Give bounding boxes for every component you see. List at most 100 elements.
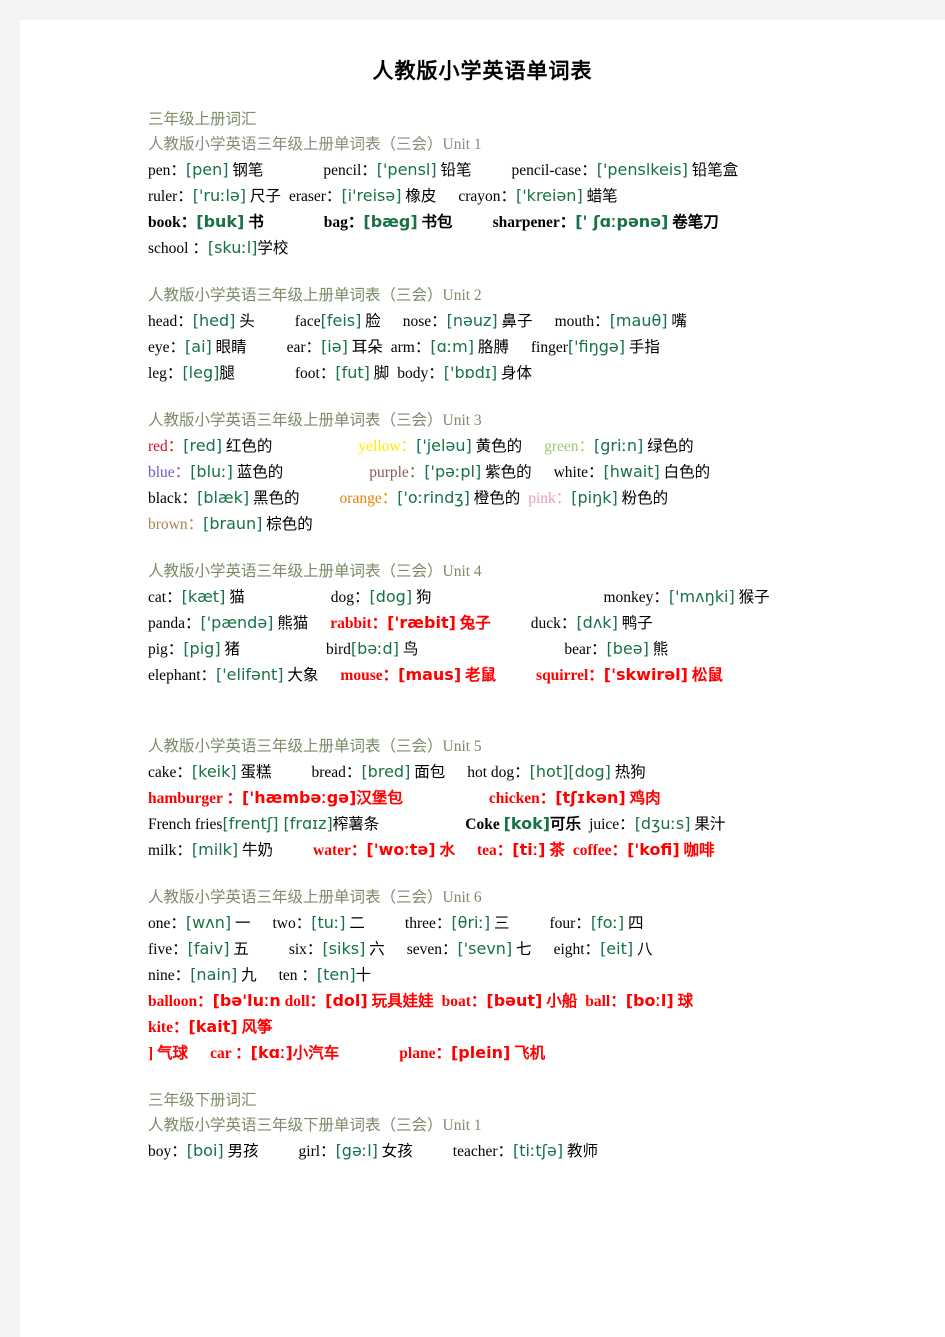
entry-balloon: balloon：[bə'luːn xyxy=(148,991,281,1010)
unit-heading-g3v1-u2: 人教版小学英语三年级上册单词表（三会）Unit 2 xyxy=(148,287,482,304)
entry-crayon: crayon：['kreiən] 蜡笔 xyxy=(458,186,618,205)
entry-doll: doll：[dol] 玩具娃娃 xyxy=(284,991,434,1010)
vocab-line: book：[buk] 书 bag：[bæg] 书包 sharpener：[' ʃɑː… xyxy=(148,209,848,235)
vocab-line: pig：[pig] 猪 bird[bəːd] 鸟 bear：[beə] 熊 xyxy=(148,636,848,662)
vocab-line: leg：[leg]腿 foot：[fut] 脚 body：['bɒdɪ] 身体 xyxy=(148,360,848,386)
vocab-line: one：[wʌn] 一 two：[tuː] 二 three：[θriː] 三 four… xyxy=(148,910,848,936)
document-page: 人教版小学英语单词表 三年级上册词汇 人教版小学英语三年级上册单词表（三会）Un… xyxy=(20,20,945,1337)
entry-book: book：[buk] 书 xyxy=(148,212,264,231)
unit-heading-g3v1-u3: 人教版小学英语三年级上册单词表（三会）Unit 3 xyxy=(148,412,482,429)
entry-five: five：[faiv] 五 xyxy=(148,939,249,958)
entry-head: head：[hed] 头 xyxy=(148,311,255,330)
entry-girl: girl：[gəːl] 女孩 xyxy=(298,1141,413,1160)
entry-nine: nine：[nain] 九 xyxy=(148,965,257,984)
entry-eight: eight：[eit] 八 xyxy=(553,939,653,958)
entry-squirrel: squirrel：['skwirəl] 松鼠 xyxy=(536,665,723,684)
entry-one: one：[wʌn] 一 xyxy=(148,913,251,932)
entry-arm: arm：[ɑːm] 胳膊 xyxy=(390,337,509,356)
vocab-line: hamburger ：['hæmbəːgə]汉堡包 chicken：[tʃɪkən… xyxy=(148,785,848,811)
entry-cat: cat：[kæt] 猫 xyxy=(148,587,245,606)
entry-four: four：[foː] 四 xyxy=(549,913,644,932)
entry-pencil-case: pencil-case：['penslkeis] 铅笔盒 xyxy=(511,160,739,179)
entry-pencil: pencil：['pensl] 铅笔 xyxy=(323,160,472,179)
entry-teacher: teacher：[tiːtʃə] 教师 xyxy=(452,1141,599,1160)
vocab-line: boy：[boi] 男孩 girl：[gəːl] 女孩 teacher：[tiːtʃ… xyxy=(148,1138,848,1164)
entry-orange: orange：['oːrindʒ] 橙色的 xyxy=(339,488,521,507)
entry-white: white：[hwait] 白色的 xyxy=(553,462,711,481)
document-body: 三年级上册词汇 人教版小学英语三年级上册单词表（三会）Unit 1 pen：[p… xyxy=(20,107,848,1164)
entry-coke: Coke [kok]可乐 xyxy=(465,814,582,833)
entry-blue: blue：[bluː] 蓝色的 xyxy=(148,462,284,481)
entry-foot: foot：[fut] 脚 xyxy=(294,363,390,382)
vocab-line: balloon：[bə'luːn doll：[dol] 玩具娃娃 boat：[bə… xyxy=(148,988,848,1014)
vocab-line: cake：[keik] 蛋糕 bread：[bred] 面包 hot dog：[ho… xyxy=(148,759,848,785)
entry-black: black：[blæk] 黑色的 xyxy=(148,488,300,507)
section-label-grade3-vol2: 三年级下册词汇 xyxy=(148,1092,257,1109)
entry-yellow: yellow：['jeləu] 黄色的 xyxy=(358,436,523,455)
entry-eye: eye：[ai] 眼睛 xyxy=(148,337,247,356)
vocab-line: blue：[bluː] 蓝色的 purple：['pəːpl] 紫色的 white：… xyxy=(148,459,848,485)
entry-boy: boy：[boi] 男孩 xyxy=(148,1141,259,1160)
entry-boat: boat：[bəut] 小船 xyxy=(441,991,578,1010)
entry-panda: panda：['pændə] 熊猫 xyxy=(148,613,309,632)
vocab-line: five：[faiv] 五 six：[siks] 六 seven：['sevn] 七… xyxy=(148,936,848,962)
entry-bear: bear：[beə] 熊 xyxy=(564,639,669,658)
vocab-line: brown：[braun] 棕色的 xyxy=(148,511,848,537)
unit-heading-g3v1-u1: 人教版小学英语三年级上册单词表（三会）Unit 1 xyxy=(148,136,482,153)
entry-sharpener: sharpener：[' ʃɑːpənə] 卷笔刀 xyxy=(492,212,719,231)
vocab-line: ruler：['ruːlə] 尺子 eraser：[i'reisə] 橡皮 cray… xyxy=(148,183,848,209)
vocab-line: black：[blæk] 黑色的 orange：['oːrindʒ] 橙色的 pin… xyxy=(148,485,848,511)
vocab-line: panda：['pændə] 熊猫 rabbit：['ræbit] 兔子 duck：… xyxy=(148,610,848,636)
entry-mouse: mouse：[maus] 老鼠 xyxy=(340,665,497,684)
entry-eraser: eraser：[i'reisə] 橡皮 xyxy=(288,186,437,205)
entry-ear: ear：[iə] 耳朵 xyxy=(286,337,383,356)
vocab-line: cat：[kæt] 猫 dog：[dog] 狗 monkey：['mʌŋki] 猴子 xyxy=(148,584,848,610)
entry-pig: pig：[pig] 猪 xyxy=(148,639,240,658)
entry-bread: bread：[bred] 面包 xyxy=(311,762,446,781)
unit-heading-g3v1-u5: 人教版小学英语三年级上册单词表（三会）Unit 5 xyxy=(148,738,482,755)
unit-heading-g3v1-u4: 人教版小学英语三年级上册单词表（三会）Unit 4 xyxy=(148,563,482,580)
entry-balloon-tail: ] 气球 xyxy=(148,1045,189,1062)
entry-juice: juice：[dʒuːs] 果汁 xyxy=(589,814,726,833)
entry-dog: dog：[dog] 狗 xyxy=(330,587,432,606)
entry-leg: leg：[leg]腿 xyxy=(148,363,235,382)
entry-water: water：['woːtə] 水 xyxy=(313,840,455,859)
entry-body: body：['bɒdɪ] 身体 xyxy=(397,363,532,382)
vocab-line: elephant：['elifənt] 大象 mouse：[maus] 老鼠 squ… xyxy=(148,662,848,688)
vocab-line: eye：[ai] 眼睛 ear：[iə] 耳朵 arm：[ɑːm] 胳膊 finger… xyxy=(148,334,848,360)
unit-heading-g3v1-u6: 人教版小学英语三年级上册单词表（三会）Unit 6 xyxy=(148,889,482,906)
vocab-line: ] 气球 car ：[kɑː]小汽车 plane：[plein] 飞机 xyxy=(148,1040,848,1066)
page-title: 人教版小学英语单词表 xyxy=(372,59,593,83)
entry-ruler: ruler：['ruːlə] 尺子 xyxy=(148,186,281,205)
vocab-line: school ：[skuːl]学校 xyxy=(148,235,848,261)
entry-bag: bag：[bæg] 书包 xyxy=(323,212,453,231)
entry-milk: milk：[milk] 牛奶 xyxy=(148,840,274,859)
section-label-grade3-vol1: 三年级上册词汇 xyxy=(148,111,257,128)
entry-green: green：[griːn] 绿色的 xyxy=(544,436,694,455)
entry-purple: purple：['pəːpl] 紫色的 xyxy=(369,462,532,481)
entry-elephant: elephant：['elifənt] 大象 xyxy=(148,665,319,684)
vocab-line: kite：[kait] 风筝 xyxy=(148,1014,848,1040)
entry-two: two：[tuː] 二 xyxy=(272,913,365,932)
vocab-line: head：[hed] 头 face[feis] 脸 nose：[nəuz] 鼻子 mo… xyxy=(148,308,848,334)
entry-monkey: monkey：['mʌŋki] 猴子 xyxy=(603,587,770,606)
vocab-line: French fries[frentʃ] [frɑɪz]榨薯条 Coke [kok… xyxy=(148,811,848,837)
entry-hamburger: hamburger ：['hæmbəːgə]汉堡包 xyxy=(148,788,403,807)
entry-pink: pink：[piŋk] 粉色的 xyxy=(528,488,669,507)
entry-brown: brown：[braun] 棕色的 xyxy=(148,514,313,533)
entry-bird: bird[bəːd] 鸟 xyxy=(325,639,419,658)
entry-hot-dog: hot dog：[hot][dog] 热狗 xyxy=(467,762,646,781)
entry-school: school ：[skuːl]学校 xyxy=(148,238,289,257)
entry-kite: kite：[kait] 风筝 xyxy=(148,1017,273,1036)
entry-red: red：[red] 红色的 xyxy=(148,436,273,455)
entry-mouth: mouth：[mauθ] 嘴 xyxy=(554,311,687,330)
entry-plane: plane：[plein] 飞机 xyxy=(399,1043,546,1062)
unit-heading-g3v2-u1: 人教版小学英语三年级下册单词表（三会）Unit 1 xyxy=(148,1117,482,1134)
entry-rabbit: rabbit：['ræbit] 兔子 xyxy=(330,613,491,632)
vocab-line: milk：[milk] 牛奶 water：['woːtə] 水 tea：[tiː] … xyxy=(148,837,848,863)
entry-six: six：[siks] 六 xyxy=(288,939,385,958)
entry-pen: pen：[pen] 钢笔 xyxy=(148,160,264,179)
vocab-line: red：[red] 红色的 yellow：['jeləu] 黄色的 green：[g… xyxy=(148,433,848,459)
entry-ten: ten ：[ten]十 xyxy=(278,965,372,984)
entry-chicken: chicken：[tʃɪkən] 鸡肉 xyxy=(488,788,661,807)
